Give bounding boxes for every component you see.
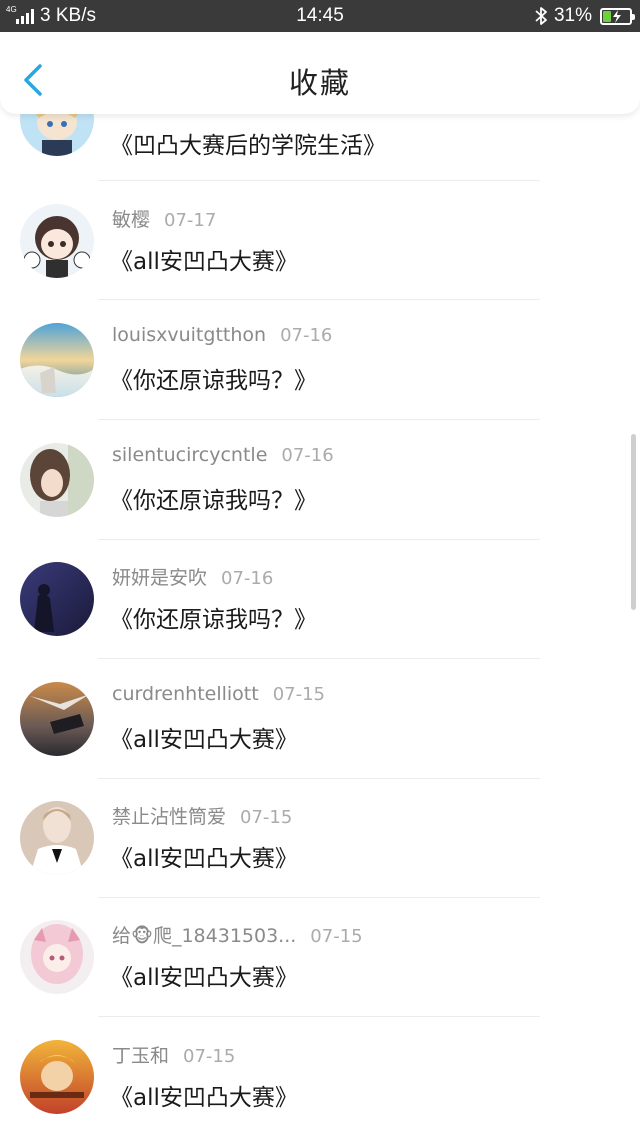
divider: [98, 1016, 540, 1017]
divider: [98, 658, 540, 659]
work-title[interactable]: 《all安凹凸大赛》: [110, 720, 298, 754]
item-meta: silentucircycntle 07-16: [112, 444, 334, 466]
post-date: 07-16: [221, 568, 274, 589]
post-date: 07-17: [164, 210, 217, 231]
scrollbar[interactable]: [631, 434, 636, 610]
divider: [98, 419, 540, 420]
author-name[interactable]: 敏樱: [112, 209, 150, 231]
post-date: 07-15: [183, 1046, 236, 1067]
avatar[interactable]: [20, 443, 94, 517]
charging-icon: [613, 9, 621, 23]
divider: [98, 539, 540, 540]
post-date: 07-15: [272, 684, 326, 705]
item-meta: 给🐵爬_18431503... 07-15: [112, 921, 363, 948]
author-name[interactable]: silentucircycntle: [112, 444, 267, 466]
item-meta: 丁玉和 07-15: [112, 1041, 235, 1068]
item-meta: curdrenhtelliott 07-15: [112, 683, 325, 705]
list-item[interactable]: 禁止沾性筒爱 07-15 《all安凹凸大赛》: [0, 801, 640, 921]
work-title[interactable]: 《all安凹凸大赛》: [110, 242, 298, 276]
avatar[interactable]: [20, 920, 94, 994]
divider: [98, 180, 540, 181]
item-meta: 妍妍是安吹 07-16: [112, 563, 273, 590]
work-title[interactable]: 《你还原谅我吗？》: [110, 600, 317, 634]
list-item[interactable]: 给🐵爬_18431503... 07-15 《all安凹凸大赛》: [0, 920, 640, 1040]
list-item[interactable]: 妍妍是安吹 07-16 《你还原谅我吗？》: [0, 562, 640, 682]
battery-icon: [600, 7, 635, 25]
author-name[interactable]: louisxvuitgtthon: [112, 324, 266, 346]
work-title[interactable]: 《all安凹凸大赛》: [110, 1078, 298, 1112]
battery-level: [603, 10, 611, 22]
author-name[interactable]: 给🐵爬_18431503...: [112, 925, 296, 947]
item-meta: 禁止沾性筒爱 07-15: [112, 802, 292, 829]
page-title: 收藏: [288, 66, 351, 100]
item-meta: 敏樱 07-17: [112, 205, 216, 232]
divider: [98, 299, 540, 300]
battery-percent: 31%: [553, 5, 592, 26]
bluetooth-icon: [535, 7, 547, 25]
post-date: 07-16: [280, 325, 333, 346]
status-bar: 4G 3 KB/s 14:45 31%: [0, 0, 640, 32]
avatar[interactable]: [20, 682, 94, 756]
author-name[interactable]: 丁玉和: [112, 1045, 169, 1067]
list-item[interactable]: 丁玉和 07-15 《all安凹凸大赛》: [0, 1040, 640, 1138]
list-item[interactable]: louisxvuitgtthon 07-16 《你还原谅我吗？》: [0, 323, 640, 443]
work-title[interactable]: 《all安凹凸大赛》: [110, 958, 298, 992]
work-title[interactable]: 《你还原谅我吗？》: [110, 361, 317, 395]
divider: [98, 778, 540, 779]
post-date: 07-16: [281, 445, 334, 466]
list-item[interactable]: curdrenhtelliott 07-15 《all安凹凸大赛》: [0, 682, 640, 802]
avatar[interactable]: [20, 1040, 94, 1114]
post-date: 07-15: [310, 926, 363, 947]
avatar[interactable]: [20, 562, 94, 636]
favorites-screen: 《凹凸大赛后的学院生活》 敏樱 07-17 《all安凹凸大赛》 louisxvu…: [0, 0, 640, 1138]
avatar[interactable]: [20, 801, 94, 875]
post-date: 07-15: [240, 807, 293, 828]
work-title[interactable]: 《你还原谅我吗？》: [110, 481, 317, 515]
divider: [98, 897, 540, 898]
status-right: 31%: [534, 5, 635, 27]
avatar[interactable]: [20, 204, 94, 278]
author-name[interactable]: 妍妍是安吹: [112, 567, 207, 589]
header-bar: 收藏: [0, 32, 640, 114]
work-title[interactable]: 《凹凸大赛后的学院生活》: [110, 126, 386, 160]
avatar[interactable]: [20, 323, 94, 397]
list-item[interactable]: silentucircycntle 07-16 《你还原谅我吗？》: [0, 443, 640, 563]
author-name[interactable]: curdrenhtelliott: [112, 683, 259, 705]
item-meta: louisxvuitgtthon 07-16: [112, 324, 332, 346]
author-name[interactable]: 禁止沾性筒爱: [112, 806, 226, 828]
work-title[interactable]: 《all安凹凸大赛》: [110, 839, 298, 873]
list-item[interactable]: 敏樱 07-17 《all安凹凸大赛》: [0, 204, 640, 324]
